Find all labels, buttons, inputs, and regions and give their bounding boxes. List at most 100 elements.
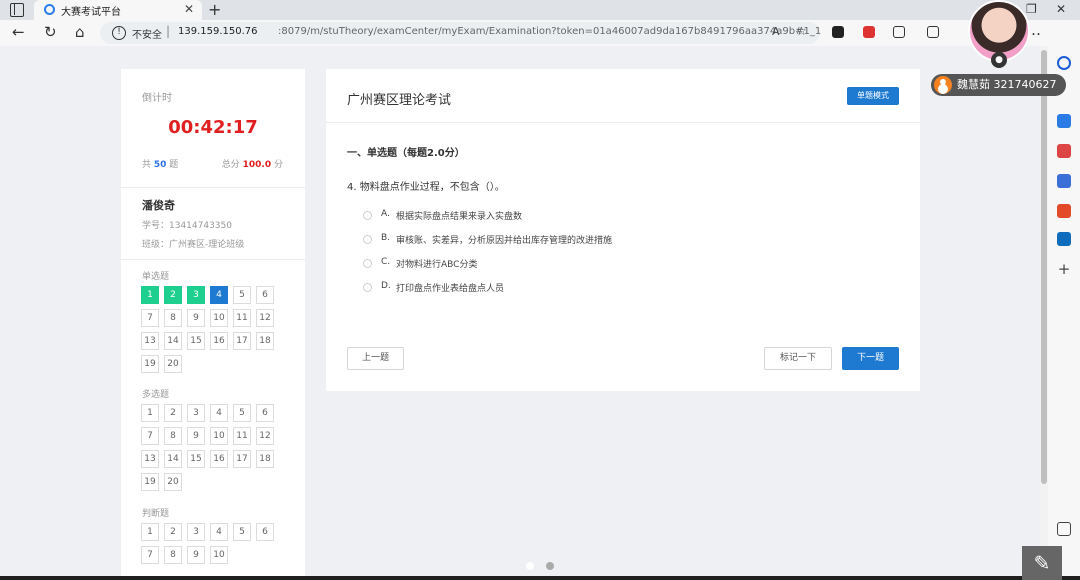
search-icon[interactable] [1057,56,1071,70]
radio-icon[interactable] [363,259,372,268]
question-nav-button[interactable]: 17 [233,450,251,468]
question-nav-button[interactable]: 2 [164,404,182,422]
url-field[interactable]: ! 不安全 | 139.159.150.76 :8079/m/stuTheory… [100,22,821,44]
question-nav-button[interactable]: 16 [210,332,228,350]
option-letter: C. [381,257,391,267]
question-nav-button[interactable]: 4 [210,404,228,422]
shopping-tag-icon[interactable] [1057,114,1071,128]
tab-actions-icon[interactable] [10,3,24,17]
question-nav-button[interactable]: 10 [210,427,228,445]
extensions-puzzle-icon[interactable] [893,26,905,38]
office-icon[interactable] [1057,204,1071,218]
adblock-icon[interactable] [863,26,875,38]
question-nav-button[interactable]: 2 [164,523,182,541]
microphone-icon[interactable]: ● [991,52,1007,68]
radio-icon[interactable] [363,235,372,244]
add-favorite-icon[interactable]: ☆ [796,24,807,38]
question-nav-button[interactable]: 9 [187,309,205,327]
restore-window-icon[interactable]: ❐ [1026,2,1037,16]
radio-icon[interactable] [363,211,372,220]
question-nav-button[interactable]: 4 [210,286,228,304]
question-nav-button[interactable]: 18 [256,450,274,468]
url-separator: | [166,24,171,38]
question-nav-button[interactable]: 4 [210,523,228,541]
question-nav-button[interactable]: 7 [141,309,159,327]
pager-dot[interactable] [526,562,534,570]
question-nav-button[interactable]: 16 [210,450,228,468]
question-nav-button[interactable]: 10 [210,309,228,327]
question-nav-button[interactable]: 14 [164,332,182,350]
question-nav-button[interactable]: 9 [187,546,205,564]
new-tab-icon[interactable]: + [208,0,221,19]
question-nav-button[interactable]: 8 [164,309,182,327]
exam-title: 广州赛区理论考试 [347,93,452,108]
toolbox-icon[interactable] [1057,144,1071,158]
question-nav-button[interactable]: 11 [233,309,251,327]
question-nav-button[interactable]: 6 [256,404,274,422]
question-nav-button[interactable]: 6 [256,523,274,541]
add-icon[interactable]: + [1057,262,1071,277]
question-nav-button[interactable]: 7 [141,546,159,564]
question-nav-button[interactable]: 2 [164,286,182,304]
question-nav-button[interactable]: 18 [256,332,274,350]
favorites-icon[interactable] [927,26,939,38]
warning-icon[interactable]: ! [112,26,126,40]
student-id: 学号：13414743350 [142,221,232,231]
people-icon[interactable] [1057,174,1071,188]
question-nav-button[interactable]: 1 [141,523,159,541]
scrollbar-thumb[interactable] [1041,50,1047,484]
next-question-button[interactable]: 下一题 [842,347,899,370]
question-nav-button[interactable]: 12 [256,427,274,445]
student-name: 潘俊奇 [142,199,175,212]
question-nav-button[interactable]: 1 [141,286,159,304]
question-nav-button[interactable]: 3 [187,286,205,304]
question-nav-button[interactable]: 19 [141,473,159,491]
total-score: 总分 100.0 分 [221,160,283,170]
question-nav-button[interactable]: 5 [233,286,251,304]
question-nav-button[interactable]: 12 [256,309,274,327]
extension-icon[interactable] [832,26,844,38]
question-nav-button[interactable]: 13 [141,450,159,468]
prev-question-button[interactable]: 上一题 [347,347,404,370]
refresh-icon[interactable]: ↻ [44,23,57,41]
tab-active[interactable]: 大赛考试平台 ✕ [34,0,202,20]
not-secure-label: 不安全 [132,30,162,41]
question-nav-button[interactable]: 3 [187,523,205,541]
annotate-pen-icon[interactable]: ✎ [1022,546,1062,580]
question-nav-button[interactable]: 9 [187,427,205,445]
question-section-label: 单选题 [142,272,170,282]
question-nav-button[interactable]: 20 [164,473,182,491]
question-nav-button[interactable]: 8 [164,546,182,564]
question-panel: 广州赛区理论考试 单题模式 一、单选题（每题2.0分） 4. 物料盘点作业过程，… [326,69,920,391]
tab-title: 大赛考试平台 [61,7,121,18]
question-nav-button[interactable]: 5 [233,404,251,422]
question-nav-button[interactable]: 15 [187,332,205,350]
radio-icon[interactable] [363,283,372,292]
question-nav-button[interactable]: 20 [164,355,182,373]
exam-sidebar: 倒计时 00:42:17 共 50 题 总分 100.0 分 潘俊奇 学号：13… [121,69,305,576]
question-nav-button[interactable]: 13 [141,332,159,350]
question-nav-button[interactable]: 17 [233,332,251,350]
pager-dot[interactable] [546,562,554,570]
sidebar-toggle-icon[interactable] [1057,522,1071,536]
question-nav-button[interactable]: 1 [141,404,159,422]
question-nav-button[interactable]: 8 [164,427,182,445]
question-nav-button[interactable]: 10 [210,546,228,564]
mark-question-button[interactable]: 标记一下 [764,347,832,370]
question-nav-button[interactable]: 6 [256,286,274,304]
back-icon[interactable]: ← [12,23,25,41]
close-icon[interactable]: ✕ [184,2,194,16]
single-mode-button[interactable]: 单题模式 [847,87,899,105]
home-icon[interactable]: ⌂ [75,23,85,41]
outlook-icon[interactable] [1057,232,1071,246]
question-nav-button[interactable]: 14 [164,450,182,468]
close-window-icon[interactable]: ✕ [1056,2,1066,16]
read-aloud-icon[interactable]: A [772,25,780,38]
divider [326,122,920,123]
question-nav-button[interactable]: 7 [141,427,159,445]
question-nav-button[interactable]: 5 [233,523,251,541]
question-nav-button[interactable]: 3 [187,404,205,422]
question-nav-button[interactable]: 19 [141,355,159,373]
question-nav-button[interactable]: 15 [187,450,205,468]
question-nav-button[interactable]: 11 [233,427,251,445]
